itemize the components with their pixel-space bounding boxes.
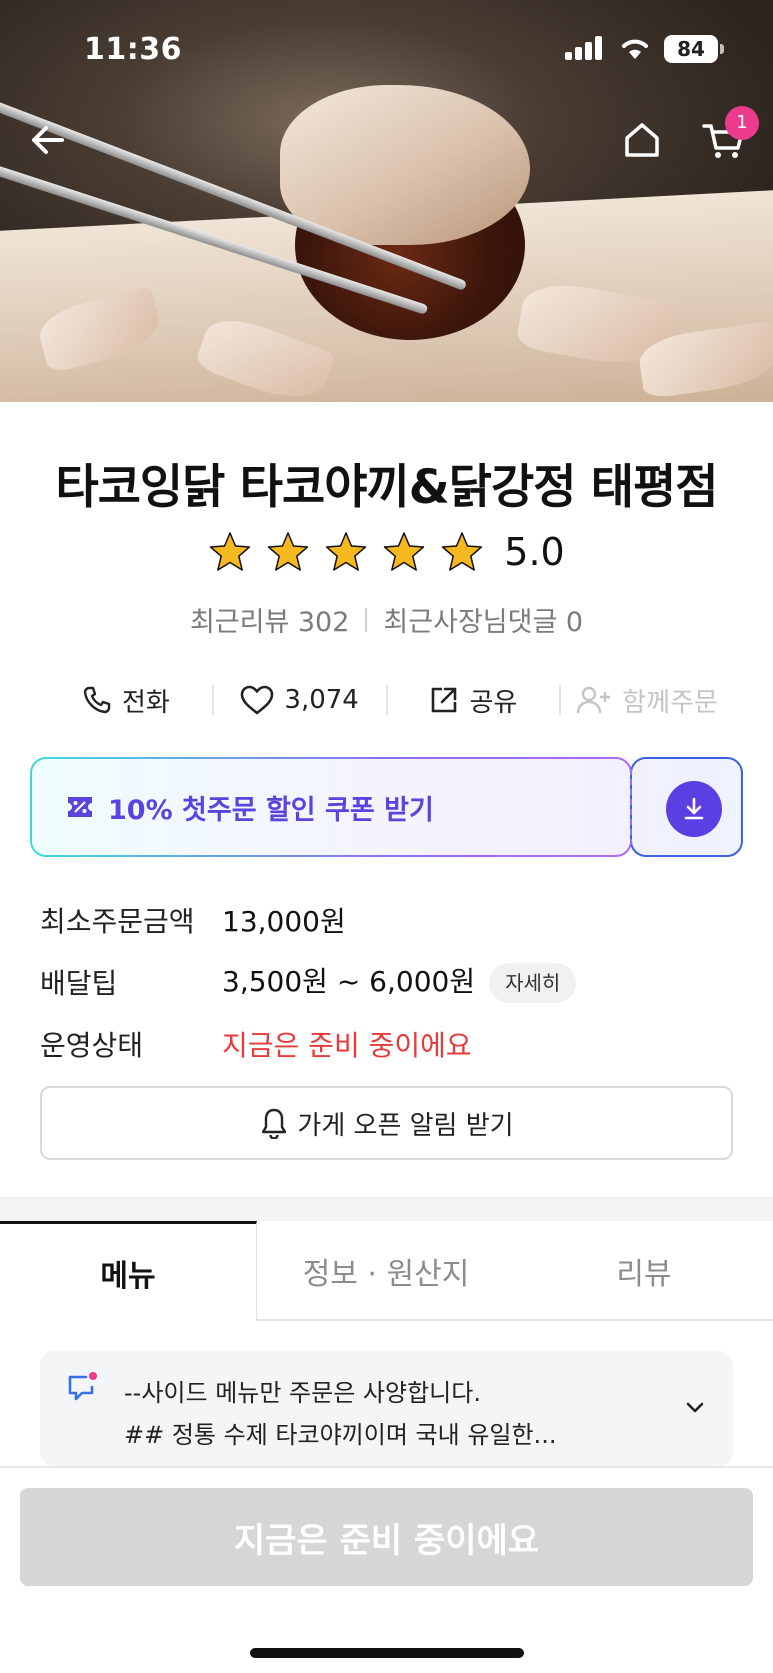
- delivery-tip-group: 3,500원 ~ 6,000원 자세히: [222, 960, 577, 1003]
- notice-icon: [68, 1372, 97, 1401]
- store-rating: 5.0: [0, 530, 773, 574]
- store-actions: 전화 3,074 공유 함께주문: [40, 680, 733, 720]
- delivery-tip-label: 배달팁: [40, 967, 118, 1000]
- star-icon: [268, 532, 309, 571]
- phone-icon: [83, 686, 111, 714]
- add-person-icon: [577, 686, 611, 714]
- star-icon: [210, 532, 251, 571]
- home-icon: [625, 123, 659, 157]
- store-tabs: 메뉴 정보 · 원산지 리뷰: [0, 1221, 773, 1321]
- open-notification-label: 가게 오픈 알림 받기: [297, 1110, 514, 1141]
- min-order-value: 13,000원: [222, 905, 346, 938]
- open-notification-button[interactable]: 가게 오픈 알림 받기: [40, 1086, 733, 1160]
- coupon-label-group: 10% 첫주문 할인 쿠폰 받기: [66, 757, 434, 857]
- group-order-label: 함께주문: [622, 687, 718, 718]
- tabs-underline: [257, 1319, 773, 1321]
- download-icon: [684, 797, 704, 820]
- coupon-banner[interactable]: 10% 첫주문 할인 쿠폰 받기: [30, 757, 743, 857]
- order-button[interactable]: 지금은 준비 중이에요: [20, 1488, 753, 1586]
- chevron-down-icon[interactable]: [683, 1395, 707, 1419]
- coupon-label: 10% 첫주문 할인 쿠폰 받기: [108, 794, 434, 826]
- star-icon: [384, 532, 425, 571]
- bonito-topping: [280, 85, 530, 245]
- wifi-icon: [622, 39, 648, 59]
- divider: [365, 607, 368, 632]
- tab-menu[interactable]: 메뉴: [0, 1221, 257, 1321]
- store-status-value: 지금은 준비 중이에요: [222, 1029, 472, 1062]
- store-name: 타코잉닭 타코야끼&닭강정 태평점: [55, 460, 718, 515]
- cart-count-badge: 1: [725, 106, 759, 140]
- coupon-perforation: [630, 769, 632, 845]
- store-notice[interactable]: --사이드 메뉴만 주문은 사양합니다. ## 정통 수제 타코야끼이며 국내 …: [40, 1351, 733, 1466]
- coupon-icon: [68, 797, 92, 817]
- share-button[interactable]: 공유: [388, 680, 560, 720]
- rating-score: 5.0: [504, 530, 565, 574]
- heart-icon: [241, 685, 274, 715]
- notice-line-2: ## 정통 수제 타코야끼이며 국내 유일한...: [124, 1421, 557, 1449]
- home-button[interactable]: [612, 110, 672, 170]
- min-order-label: 최소주문금액: [40, 905, 195, 938]
- arrow-left-icon: [32, 126, 64, 154]
- status-bar: 11:36 84: [0, 0, 773, 100]
- delivery-tip-value: 3,500원 ~ 6,000원: [222, 965, 476, 998]
- store-status-label: 운영상태: [40, 1029, 144, 1062]
- home-indicator: [250, 1648, 524, 1658]
- share-icon: [432, 687, 457, 713]
- like-count: 3,074: [284, 685, 359, 715]
- store-hero-image: 11:36 84 1: [0, 0, 773, 402]
- call-label: 전화: [121, 687, 170, 718]
- store-status-row: 운영상태 지금은 준비 중이에요: [40, 1024, 740, 1064]
- owner-replies-link[interactable]: 최근사장님댓글 0: [383, 600, 583, 639]
- star-icon: [442, 532, 483, 571]
- star-icon: [326, 532, 367, 571]
- status-time: 11:36: [84, 32, 182, 67]
- bottom-bar: 지금은 준비 중이에요: [0, 1468, 773, 1673]
- notice-line-1: --사이드 메뉴만 주문은 사양합니다.: [124, 1379, 481, 1407]
- section-divider: [0, 1197, 773, 1221]
- share-label: 공유: [469, 687, 518, 718]
- like-button[interactable]: 3,074: [214, 680, 386, 720]
- call-button[interactable]: 전화: [40, 680, 212, 720]
- coupon-download-area[interactable]: [630, 757, 743, 857]
- back-button[interactable]: [18, 110, 78, 170]
- review-summary: 최근리뷰 302 최근사장님댓글 0: [0, 600, 773, 639]
- delivery-tip-row: 배달팁 3,500원 ~ 6,000원 자세히: [40, 962, 740, 1006]
- tab-reviews[interactable]: 리뷰: [515, 1221, 773, 1321]
- group-order-button[interactable]: 함께주문: [561, 680, 733, 720]
- recent-reviews-link[interactable]: 최근리뷰 302: [190, 600, 349, 639]
- delivery-tip-detail-button[interactable]: 자세히: [489, 963, 577, 1003]
- battery-indicator: 84: [664, 35, 724, 63]
- bell-icon: [262, 1108, 287, 1139]
- cellular-signal-icon: [565, 36, 605, 60]
- coupon-download-button[interactable]: [666, 781, 722, 837]
- tab-info-origin[interactable]: 정보 · 원산지: [257, 1221, 515, 1321]
- min-order-row: 최소주문금액 13,000원: [40, 900, 740, 940]
